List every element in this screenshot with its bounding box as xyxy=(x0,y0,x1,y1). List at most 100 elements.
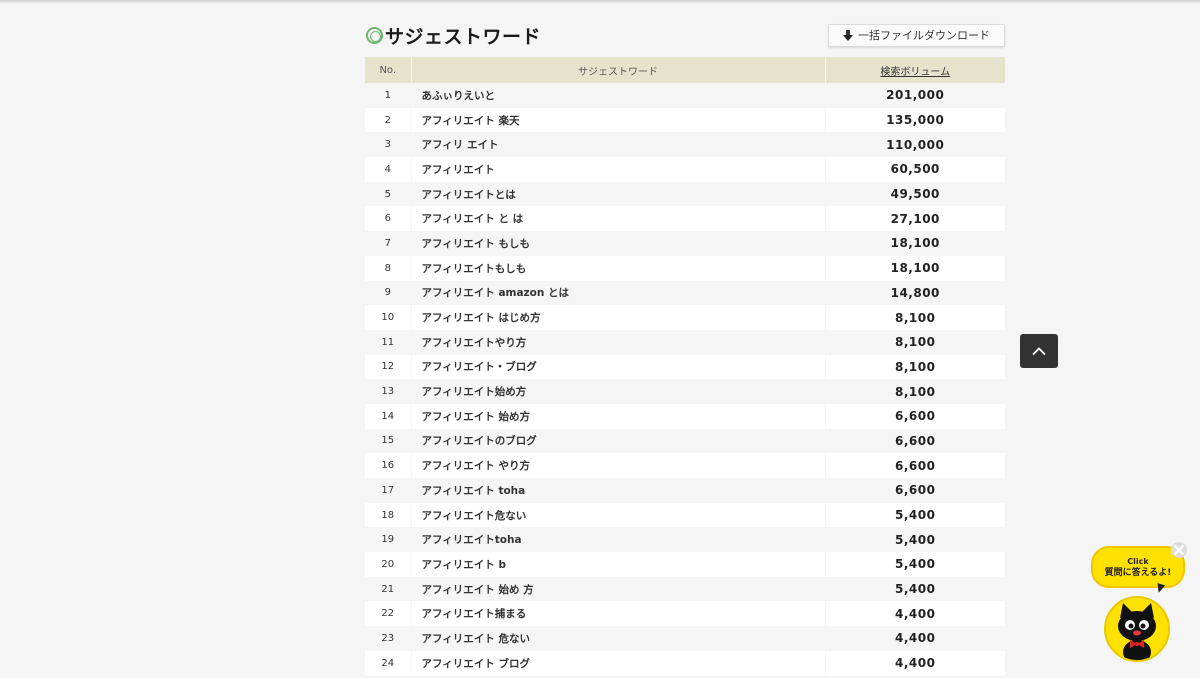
search-volume: 8,100 xyxy=(825,379,1005,404)
suggest-word: アフィリエイトやり方 xyxy=(411,329,826,355)
chat-bubble-tail xyxy=(1154,582,1166,595)
suggest-word: アフィリエイト toha xyxy=(411,478,826,503)
table-row: 2 アフィリエイト 楽天 135,000 xyxy=(365,107,1005,133)
suggest-word: アフィリエイトもしも xyxy=(411,255,826,281)
row-number: 4 xyxy=(365,157,412,182)
suggest-word: アフィリエイト やり方 xyxy=(411,453,826,478)
table-row: 23 アフィリエイト 危ない 4,400 xyxy=(365,626,1005,651)
table-row: 1 あふぃりえいと 201,000 xyxy=(365,83,1005,108)
suggest-table: No. サジェストワード 検索ボリューム 1 あふぃりえいと 201,000 2 アフィ… xyxy=(365,57,1005,676)
suggest-word: アフィリエイト xyxy=(411,157,826,182)
suggest-word: アフィリエイト・ブログ xyxy=(411,354,826,380)
table-row: 3 アフィリ エイト 110,000 xyxy=(365,132,1005,158)
table-row: 10 アフィリエイト はじめ方 8,100 xyxy=(365,305,1005,330)
suggest-word: アフィリエイト 危ない xyxy=(411,626,826,651)
table-row: 11 アフィリエイトやり方 8,100 xyxy=(365,329,1005,355)
table-row: 4 アフィリエイト 60,500 xyxy=(365,157,1005,182)
search-volume: 18,100 xyxy=(825,231,1005,256)
header-word: サジェストワード xyxy=(411,57,826,83)
table-row: 16 アフィリエイト やり方 6,600 xyxy=(365,453,1005,478)
suggest-word: アフィリエイト はじめ方 xyxy=(411,305,826,330)
suggest-word: アフィリエイト ブログ xyxy=(411,650,826,676)
double-circle-icon xyxy=(366,26,383,44)
row-number: 22 xyxy=(365,601,412,627)
bulk-download-label: 一括ファイルダウンロード xyxy=(858,29,990,42)
row-number: 16 xyxy=(365,453,412,478)
arrow-down-icon xyxy=(843,29,853,41)
row-number: 6 xyxy=(365,206,412,232)
chat-click-label: Click xyxy=(1127,556,1149,566)
table-row: 13 アフィリエイト始め方 8,100 xyxy=(365,379,1005,404)
search-volume: 18,100 xyxy=(825,255,1005,281)
section-header: サジェストワード 一括ファイルダウンロード xyxy=(365,18,1005,52)
suggest-word: アフィリエイト と は xyxy=(411,206,826,232)
table-row: 7 アフィリエイト もしも 18,100 xyxy=(365,231,1005,256)
search-volume: 135,000 xyxy=(825,107,1005,133)
search-volume: 27,100 xyxy=(825,206,1005,232)
search-volume: 110,000 xyxy=(825,132,1005,158)
chat-bubble-text: 質問に答えるよ! xyxy=(1104,567,1172,578)
close-icon[interactable] xyxy=(1169,540,1189,560)
cat-mascot-avatar[interactable] xyxy=(1104,596,1170,662)
row-number: 17 xyxy=(365,478,412,503)
section-title-text: サジェストワード xyxy=(385,25,542,48)
row-number: 2 xyxy=(365,107,412,133)
top-shadow xyxy=(0,0,1200,4)
search-volume: 6,600 xyxy=(825,453,1005,478)
suggest-word: アフィリエイト 始め方 xyxy=(411,403,826,429)
table-row: 9 アフィリエイト amazon とは 14,800 xyxy=(365,280,1005,306)
search-volume: 14,800 xyxy=(825,280,1005,306)
table-row: 8 アフィリエイトもしも 18,100 xyxy=(365,255,1005,281)
search-volume: 5,400 xyxy=(825,502,1005,528)
table-row: 17 アフィリエイト toha 6,600 xyxy=(365,478,1005,503)
row-number: 8 xyxy=(365,255,412,281)
suggest-word: アフィリ エイト xyxy=(411,132,826,158)
search-volume: 49,500 xyxy=(825,181,1005,207)
suggest-word: アフィリエイトのブログ xyxy=(411,428,826,454)
row-number: 15 xyxy=(365,428,412,454)
bulk-download-button[interactable]: 一括ファイルダウンロード xyxy=(828,23,1005,47)
search-volume: 6,600 xyxy=(825,478,1005,503)
suggest-word: アフィリエイト始め方 xyxy=(411,379,826,404)
table-row: 20 アフィリエイト b 5,400 xyxy=(365,552,1005,577)
search-volume: 4,400 xyxy=(825,650,1005,676)
suggest-section: サジェストワード 一括ファイルダウンロード No. サジェストワード 検索ボリュ… xyxy=(365,18,1005,676)
chat-widget: Click 質問に答えるよ! xyxy=(1088,540,1192,666)
suggest-word: アフィリエイト危ない xyxy=(411,502,826,528)
row-number: 7 xyxy=(365,231,412,256)
row-number: 3 xyxy=(365,132,412,158)
suggest-word: アフィリエイト捕まる xyxy=(411,601,826,627)
search-volume: 8,100 xyxy=(825,305,1005,330)
row-number: 24 xyxy=(365,650,412,676)
search-volume: 8,100 xyxy=(825,354,1005,380)
table-row: 19 アフィリエイトtoha 5,400 xyxy=(365,527,1005,553)
cat-mascot-icon xyxy=(1118,603,1156,660)
row-number: 19 xyxy=(365,527,412,553)
table-row: 21 アフィリエイト 始め 方 5,400 xyxy=(365,576,1005,602)
suggest-word: あふぃりえいと xyxy=(411,83,826,108)
header-no: No. xyxy=(365,57,412,83)
suggest-word: アフィリエイト b xyxy=(411,552,826,577)
row-number: 23 xyxy=(365,626,412,651)
sort-by-volume-link[interactable]: 検索ボリューム xyxy=(880,67,950,78)
table-row: 15 アフィリエイトのブログ 6,600 xyxy=(365,428,1005,454)
table-row: 6 アフィリエイト と は 27,100 xyxy=(365,206,1005,232)
search-volume: 60,500 xyxy=(825,157,1005,182)
row-number: 5 xyxy=(365,181,412,207)
search-volume: 8,100 xyxy=(825,329,1005,355)
suggest-word: アフィリエイトとは xyxy=(411,181,826,207)
row-number: 10 xyxy=(365,305,412,330)
scroll-to-top-button[interactable] xyxy=(1020,334,1058,368)
chevron-up-icon xyxy=(1032,347,1046,356)
suggest-word: アフィリエイト 楽天 xyxy=(411,107,826,133)
suggest-word: アフィリエイト 始め 方 xyxy=(411,576,826,602)
row-number: 14 xyxy=(365,403,412,429)
row-number: 18 xyxy=(365,502,412,528)
row-number: 20 xyxy=(365,552,412,577)
row-number: 12 xyxy=(365,354,412,380)
search-volume: 5,400 xyxy=(825,527,1005,553)
search-volume: 5,400 xyxy=(825,552,1005,577)
row-number: 21 xyxy=(365,576,412,602)
search-volume: 201,000 xyxy=(825,83,1005,108)
row-number: 13 xyxy=(365,379,412,404)
